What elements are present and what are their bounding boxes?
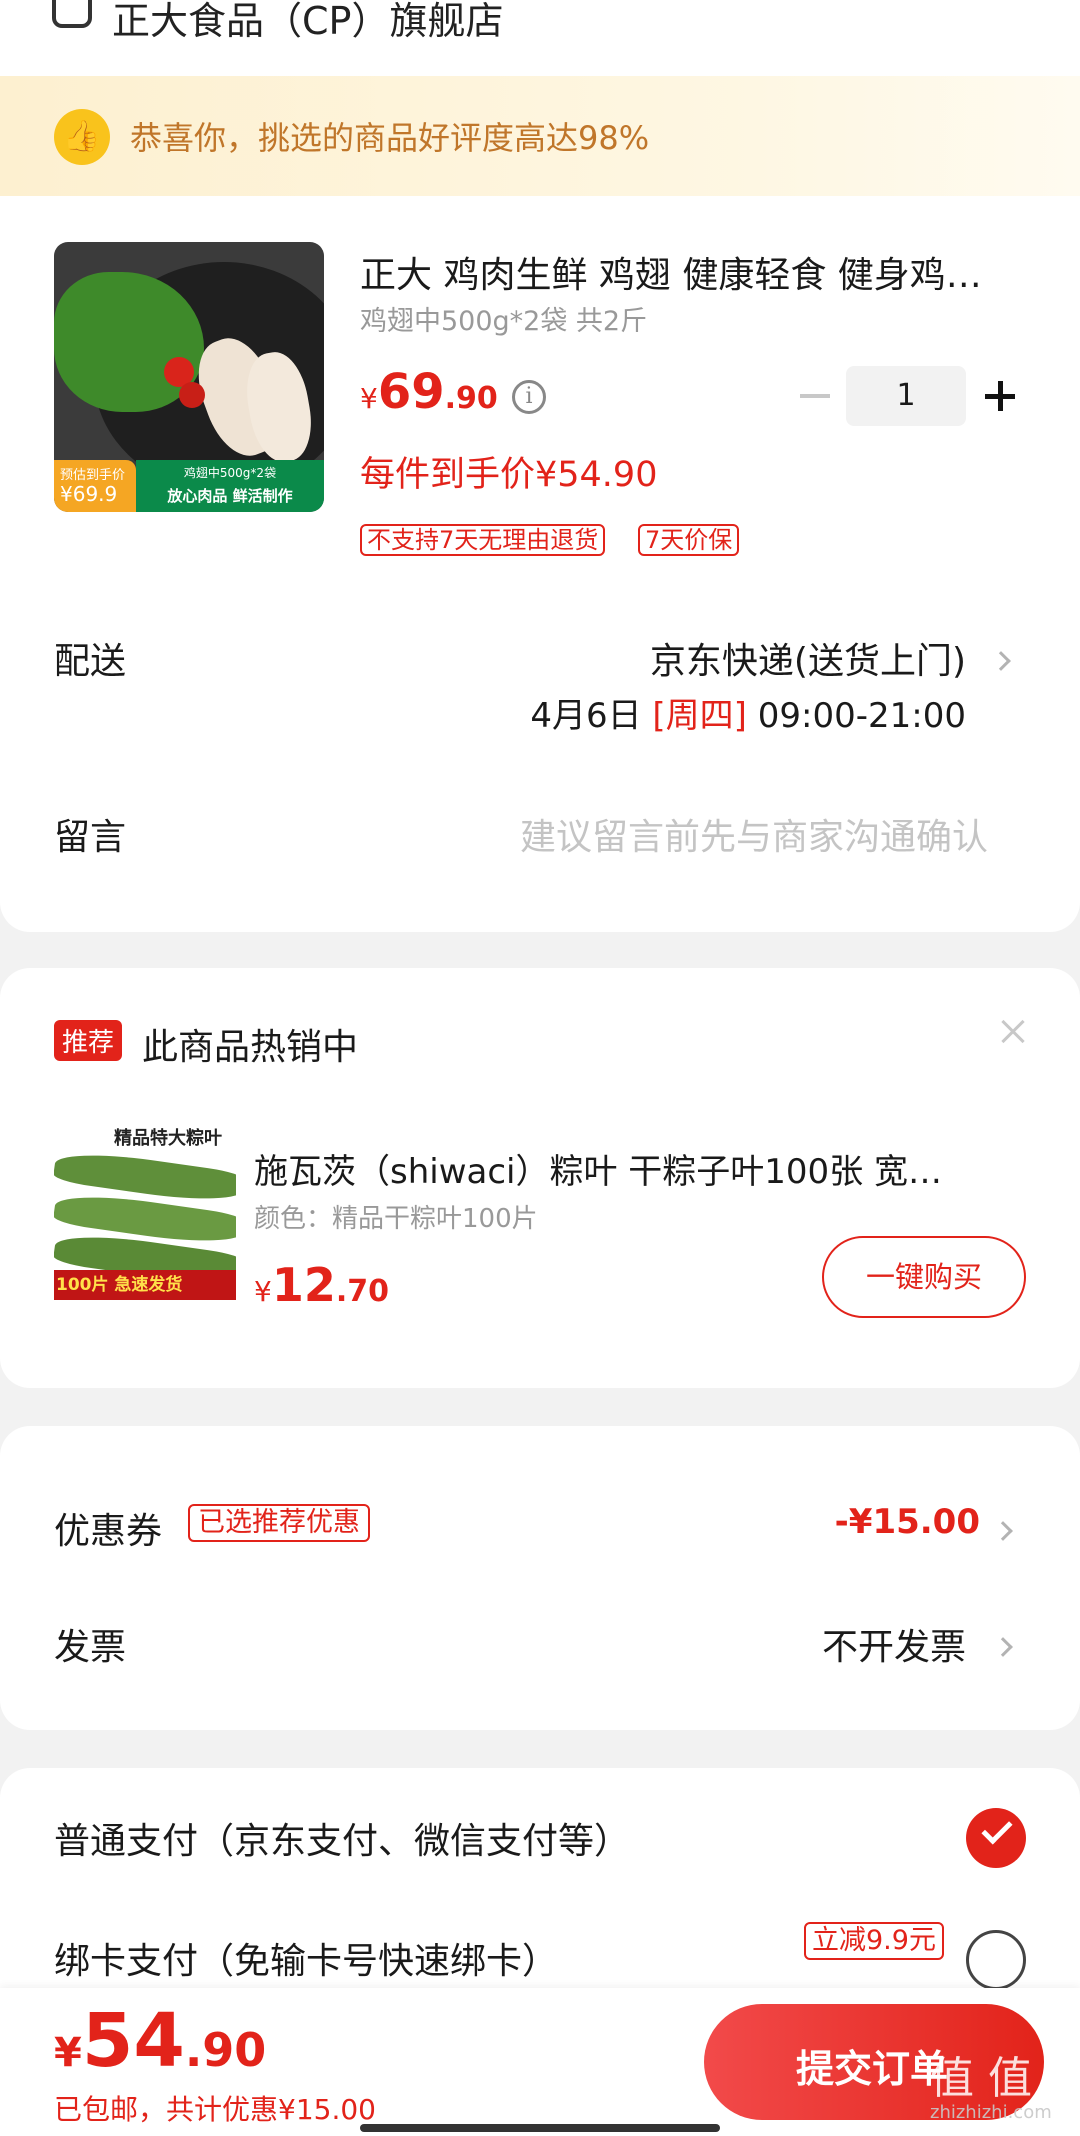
strip-bottom-text: 放心肉品 鲜活制作 xyxy=(167,487,293,505)
store-icon xyxy=(52,0,92,28)
recommend-price: ¥12.70 xyxy=(254,1258,389,1312)
plus-icon-v xyxy=(998,381,1003,411)
coupon-label: 优惠券 xyxy=(54,1511,163,1552)
checked-radio-icon[interactable] xyxy=(966,1808,1026,1868)
image-bottom-text: 100片 急速发货 xyxy=(54,1270,236,1300)
delivery-method: 京东快递(送货上门) xyxy=(649,641,966,682)
info-icon[interactable]: i xyxy=(512,380,546,414)
recommend-price-symbol: ¥ xyxy=(254,1275,272,1308)
message-row[interactable]: 留言 建议留言前先与商家沟通确认 xyxy=(0,800,1080,870)
store-name: 正大食品（CP）旗舰店 xyxy=(112,0,504,43)
watermark-logo: 值 值 值 xyxy=(930,2053,1080,2104)
store-header[interactable]: 正大食品（CP）旗舰店 xyxy=(0,0,1080,76)
recommend-title: 此商品热销中 xyxy=(142,1027,359,1068)
recommend-product-title[interactable]: 施瓦茨（shiwaci）粽叶 干粽子叶100张 宽… xyxy=(254,1144,1014,1193)
quantity-value[interactable]: 1 xyxy=(846,366,966,426)
product-price: ¥69.90 xyxy=(360,364,498,424)
badge-price: ¥69.9 xyxy=(60,482,118,506)
price-decimal: .90 xyxy=(444,381,498,416)
chevron-right-icon xyxy=(991,651,1011,671)
thumbs-up-icon: 👍 xyxy=(54,109,110,165)
product-spec: 鸡翅中500g*2袋 共2斤 xyxy=(360,306,648,337)
invoice-label: 发票 xyxy=(54,1627,127,1668)
watermark-url: zhizhizhi.com xyxy=(930,2102,1052,2123)
decrease-button[interactable] xyxy=(790,366,840,426)
recommend-product-color: 颜色：精品干粽叶100片 xyxy=(254,1204,538,1234)
order-card: 预估到手价 ¥69.9 鸡翅中500g*2袋 放心肉品 鲜活制作 正大 鸡肉生鲜… xyxy=(0,196,1080,932)
product-image[interactable]: 预估到手价 ¥69.9 鸡翅中500g*2袋 放心肉品 鲜活制作 xyxy=(54,242,324,512)
chevron-right-icon xyxy=(993,1521,1013,1541)
recommend-price-integer: 12 xyxy=(271,1258,336,1312)
coupon-tag: 已选推荐优惠 xyxy=(188,1504,370,1542)
delivery-timeslot: 09:00-21:00 xyxy=(757,696,966,736)
unchecked-radio-icon[interactable] xyxy=(966,1930,1026,1990)
final-price-text: 每件到手价¥54.90 xyxy=(360,455,658,495)
checkmark-icon xyxy=(981,1813,1013,1845)
total-price-integer: 54 xyxy=(81,1998,185,2084)
home-indicator xyxy=(360,2124,720,2132)
delivery-row[interactable]: 配送 京东快递(送货上门) 4月6日 [周四] 09:00-21:00 xyxy=(0,616,1080,756)
no-return-tag: 不支持7天无理由退货 xyxy=(360,524,606,556)
minus-icon xyxy=(800,394,830,398)
delivery-label: 配送 xyxy=(54,641,127,682)
total-price-symbol: ¥ xyxy=(54,2030,82,2076)
price-symbol: ¥ xyxy=(360,382,378,415)
invoice-value: 不开发票 xyxy=(821,1627,966,1668)
normal-pay-label: 普通支付（京东支付、微信支付等） xyxy=(54,1821,631,1862)
invoice-row[interactable]: 发票 不开发票 xyxy=(0,1612,1080,1682)
recommend-product-image[interactable]: 精品特大粽叶 100片 急速发货 xyxy=(54,1120,236,1302)
image-price-badge: 预估到手价 ¥69.9 xyxy=(54,460,136,512)
chevron-right-icon xyxy=(993,1637,1013,1657)
badge-title: 预估到手价 xyxy=(60,468,126,483)
delivery-time: 4月6日 [周四] 09:00-21:00 xyxy=(530,688,966,737)
tomato-shape xyxy=(179,382,205,408)
discount-card: 优惠券 已选推荐优惠 -¥15.00 发票 不开发票 xyxy=(0,1426,1080,1730)
increase-button[interactable] xyxy=(970,366,1030,426)
footer-bar: ¥54.90 已包邮，共计优惠¥15.00 提交订单 值 值 值 zhizhiz… xyxy=(0,1988,1080,2136)
recommend-card: 推荐 此商品热销中 精品特大粽叶 100片 急速发货 施瓦茨（shiwaci）粽… xyxy=(0,968,1080,1388)
image-top-text: 精品特大粽叶 xyxy=(114,1128,222,1149)
coupon-row[interactable]: 优惠券 已选推荐优惠 -¥15.00 xyxy=(0,1496,1080,1566)
image-strip: 鸡翅中500g*2袋 放心肉品 鲜活制作 xyxy=(136,460,324,512)
close-button[interactable] xyxy=(996,1016,1032,1052)
praise-text: 恭喜你，挑选的商品好评度高达98% xyxy=(130,119,650,157)
total-price-decimal: .90 xyxy=(184,2023,267,2077)
total-price: ¥54.90 xyxy=(54,1998,266,2084)
card-promo-tag: 立减9.9元 xyxy=(804,1922,944,1960)
submit-order-label: 提交订单 xyxy=(796,2047,949,2091)
message-placeholder[interactable]: 建议留言前先与商家沟通确认 xyxy=(520,808,988,860)
footer-note: 已包邮，共计优惠¥15.00 xyxy=(54,2093,376,2126)
delivery-date: 4月6日 xyxy=(530,696,642,736)
message-label: 留言 xyxy=(54,817,127,858)
recommend-badge: 推荐 xyxy=(54,1020,123,1061)
buy-now-button[interactable]: 一键购买 xyxy=(822,1236,1026,1318)
normal-pay-option[interactable]: 普通支付（京东支付、微信支付等） xyxy=(0,1796,1080,1876)
praise-banner: 👍 恭喜你，挑选的商品好评度高达98% xyxy=(0,76,1080,196)
product-title[interactable]: 正大 鸡肉生鲜 鸡翅 健康轻食 健身鸡… xyxy=(360,246,1040,298)
card-pay-option[interactable]: 绑卡支付（免输卡号快速绑卡） 立减9.9元 xyxy=(0,1916,1080,1996)
coupon-value: -¥15.00 xyxy=(834,1502,980,1542)
card-pay-label: 绑卡支付（免输卡号快速绑卡） xyxy=(54,1941,559,1982)
strip-top-text: 鸡翅中500g*2袋 xyxy=(183,466,277,480)
price-protect-tag: 7天价保 xyxy=(638,524,740,556)
delivery-weekday: [周四] xyxy=(652,696,747,736)
quantity-stepper[interactable]: 1 xyxy=(780,366,1040,426)
price-integer: 69 xyxy=(377,364,445,420)
recommend-price-decimal: .70 xyxy=(335,1274,389,1309)
